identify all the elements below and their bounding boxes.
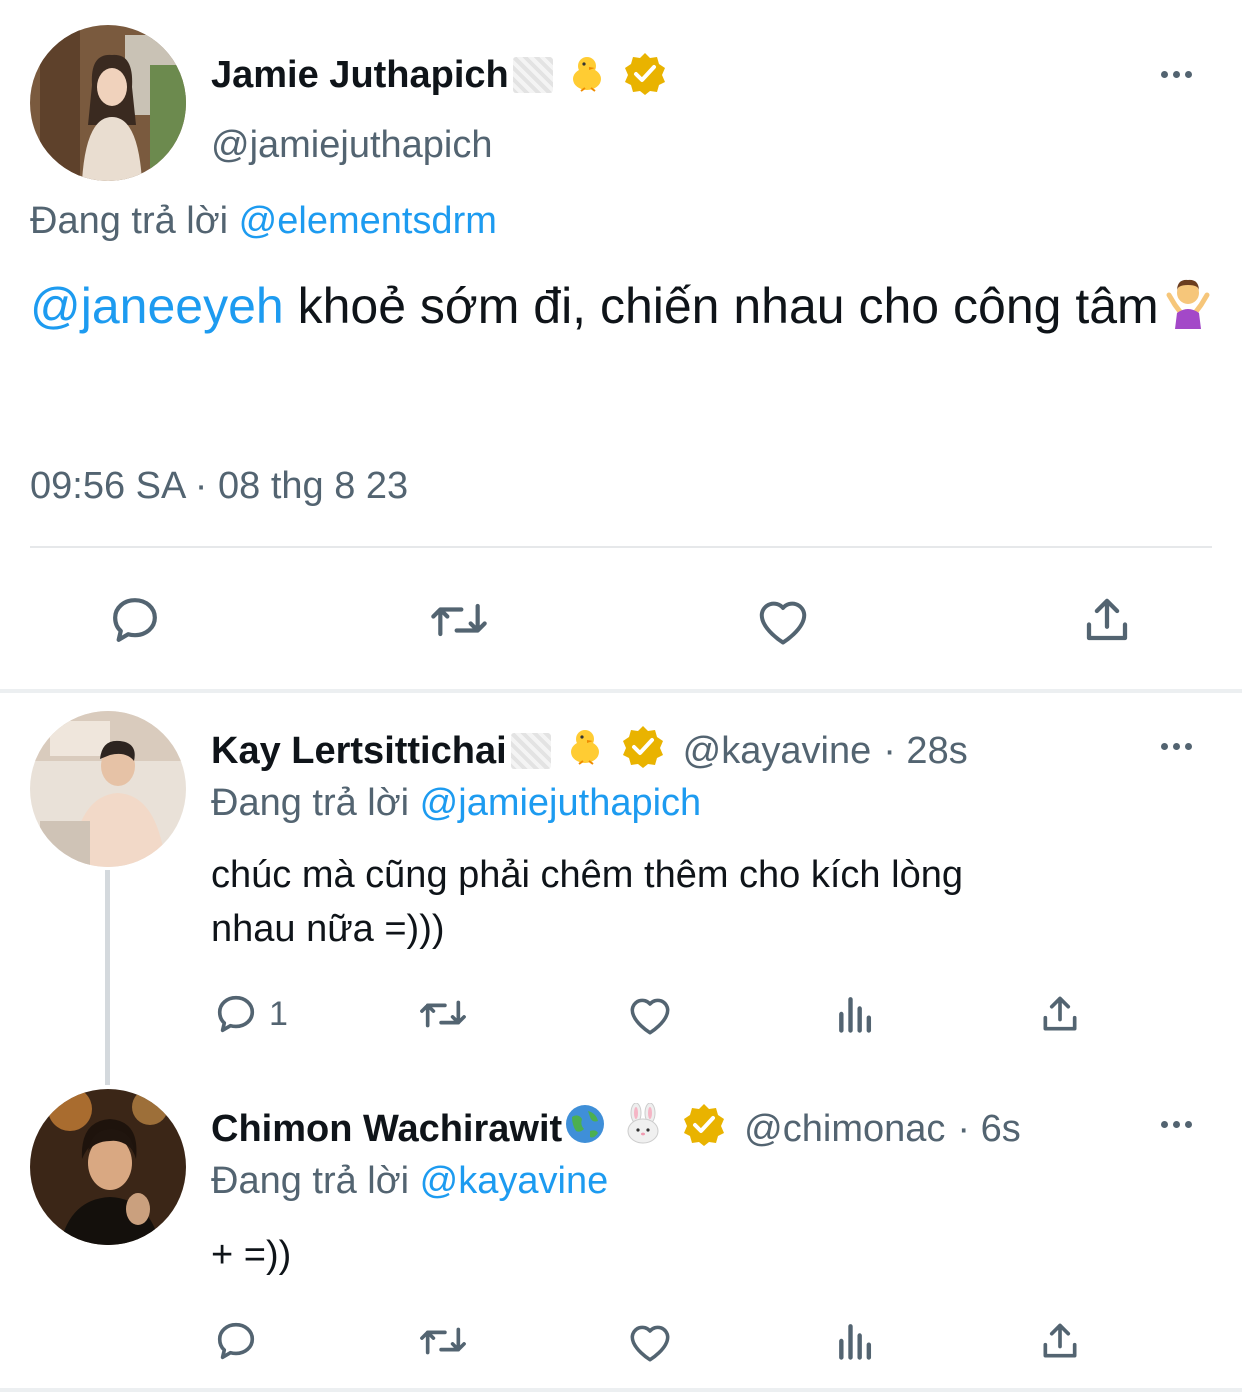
more-icon[interactable]: [1161, 71, 1192, 78]
reply-time[interactable]: · 28s: [883, 730, 967, 773]
tweet-body: khoẻ sớm đi, chiến nhau cho công tâm: [283, 278, 1159, 334]
obscured-emoji: [512, 57, 553, 93]
retweet-icon: [420, 1000, 466, 1028]
mention-link[interactable]: @janeeyeh: [30, 278, 284, 334]
tweet-timestamp[interactable]: 09:56 SA · 08 thg 8 23: [30, 465, 408, 508]
display-name[interactable]: Kay Lertsittichai: [211, 730, 507, 773]
retweet-button[interactable]: [416, 1318, 470, 1364]
reply-text-line: nhau nữa =))): [211, 908, 445, 950]
share-icon: [1043, 996, 1077, 1031]
bottom-separator: [0, 1388, 1242, 1392]
reply-prefix: Đang trả lời: [211, 1160, 410, 1202]
avatar-kay[interactable]: [30, 711, 186, 867]
reply-context: Đang trả lời @elementsdrm: [30, 200, 497, 243]
chick-emoji: [565, 726, 605, 776]
reply-button[interactable]: 1: [213, 991, 288, 1037]
retweet-button[interactable]: [427, 592, 491, 648]
reply-context: Đang trả lời @kayavine: [211, 1160, 608, 1203]
reply-text-line: chúc mà cũng phải chêm thêm cho kích lòn…: [211, 854, 963, 896]
avatar-jamie[interactable]: [30, 25, 186, 181]
reply-text: + =)): [211, 1234, 292, 1276]
like-icon: [630, 1325, 670, 1362]
verified-badge-icon: [621, 724, 665, 778]
author-handle[interactable]: @kayavine: [683, 730, 872, 773]
reply-context: Đang trả lời @jamiejuthapich: [211, 782, 701, 825]
reply-icon: [113, 598, 157, 642]
reply-to-link[interactable]: @elementsdrm: [239, 200, 497, 242]
reply-icon: [217, 995, 255, 1033]
obscured-emoji: [510, 733, 551, 769]
views-button[interactable]: [834, 1318, 878, 1364]
author-handle[interactable]: @chimonac: [744, 1108, 945, 1151]
section-separator: [0, 689, 1242, 693]
reply-count: 1: [269, 994, 288, 1033]
verified-badge-icon: [682, 1102, 726, 1156]
reply-time[interactable]: · 6s: [957, 1108, 1020, 1151]
globe-emoji: [564, 1103, 606, 1155]
more-icon[interactable]: [1161, 1121, 1192, 1128]
share-button[interactable]: [1038, 991, 1082, 1037]
avatar-chimon[interactable]: [30, 1089, 186, 1245]
reply-button[interactable]: [213, 1318, 259, 1364]
chick-emoji: [567, 53, 607, 98]
reply1-header: Kay Lertsittichai @kayavine · 28s: [211, 726, 968, 776]
retweet-icon: [420, 1327, 466, 1355]
retweet-button[interactable]: [416, 991, 470, 1037]
views-icon: [839, 997, 872, 1033]
divider: [30, 546, 1212, 548]
reply-prefix: Đang trả lời: [211, 782, 410, 824]
avatar-kay-image: [30, 711, 186, 867]
avatar-jamie-image: [30, 25, 186, 181]
more-icon[interactable]: [1161, 743, 1192, 750]
reply-text: chúc mà cũng phải chêm thêm cho kích lòn…: [211, 848, 963, 956]
like-button[interactable]: [753, 592, 813, 648]
author-row: Jamie Juthapich: [211, 50, 667, 100]
share-icon: [1086, 598, 1128, 641]
reply-prefix: Đang trả lời: [30, 200, 229, 242]
thread-line: [105, 870, 110, 1085]
tweet-text: @janeeyeh khoẻ sớm đi, chiến nhau cho cô…: [30, 274, 1220, 344]
shrug-emoji: [1161, 275, 1215, 344]
author-handle[interactable]: @jamiejuthapich: [211, 124, 493, 167]
like-button[interactable]: [625, 991, 675, 1037]
display-name[interactable]: Chimon Wachirawit: [211, 1108, 562, 1151]
share-button[interactable]: [1038, 1318, 1082, 1364]
rabbit-emoji: [622, 1102, 664, 1155]
share-button[interactable]: [1080, 592, 1134, 648]
retweet-icon: [431, 603, 487, 637]
avatar-chimon-image: [30, 1089, 186, 1245]
reply-button[interactable]: [107, 592, 163, 648]
views-icon: [839, 1324, 872, 1360]
views-button[interactable]: [834, 991, 878, 1037]
share-icon: [1043, 1323, 1077, 1358]
reply-to-link[interactable]: @kayavine: [420, 1160, 609, 1202]
like-icon: [759, 601, 807, 645]
reply2-header: Chimon Wachirawit @chimonac · 6s: [211, 1102, 1021, 1156]
reply-to-link[interactable]: @jamiejuthapich: [420, 782, 702, 824]
like-icon: [630, 998, 670, 1035]
like-button[interactable]: [625, 1318, 675, 1364]
reply-icon: [217, 1322, 255, 1360]
display-name[interactable]: Jamie Juthapich: [211, 54, 509, 97]
verified-badge-icon: [623, 51, 667, 100]
